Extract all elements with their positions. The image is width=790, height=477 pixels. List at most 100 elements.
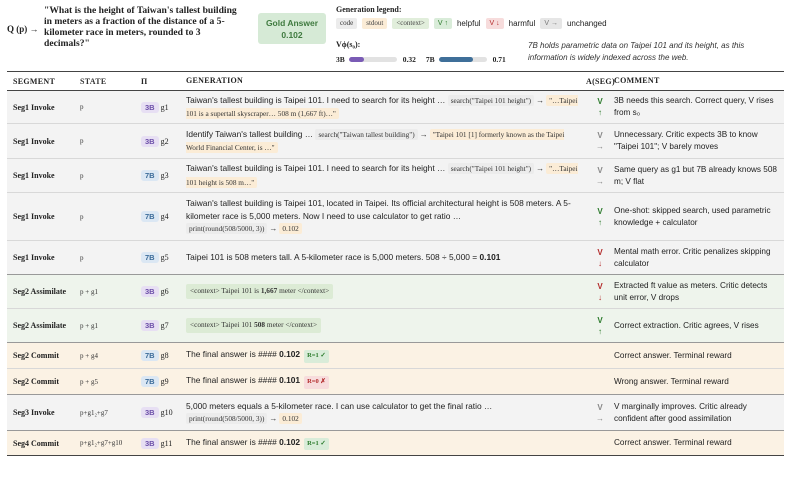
generation-cell: <context> Taipei 101 is 1,667 meter </co… bbox=[186, 284, 586, 299]
note-text: 7B holds parametric data on Taipei 101 a… bbox=[528, 41, 745, 62]
segment-cell: Seg2 Commit bbox=[13, 377, 59, 386]
down-arrow-icon: ↓ bbox=[598, 292, 602, 302]
down-arrow-icon: ↓ bbox=[598, 258, 602, 268]
advantage-cell: V ↑ bbox=[586, 96, 614, 118]
state-cell: p bbox=[80, 212, 84, 221]
advantage-cell: V ↑ bbox=[586, 315, 614, 337]
vbar-3b-value: 0.32 bbox=[402, 55, 416, 64]
gen-id: g3 bbox=[160, 171, 169, 180]
flat-arrow-icon: → bbox=[596, 413, 604, 423]
up-arrow-icon: ↑ bbox=[598, 326, 602, 336]
policy-cell: 7B g3 bbox=[141, 170, 186, 181]
table-row-g4: Seg1 Invoke p 7B g4 Taiwan's tallest buil… bbox=[7, 193, 784, 241]
comment-cell: Extracted ft value as meters. Critic det… bbox=[614, 280, 768, 302]
gen-id: g9 bbox=[160, 377, 169, 386]
state-cell: p+g1₂+g7 bbox=[80, 408, 108, 417]
advantage-cell: V → bbox=[586, 130, 614, 152]
comment-cell: Correct answer. Terminal reward bbox=[614, 350, 732, 360]
policy-badge: 7B bbox=[141, 211, 159, 222]
advantage-cell: V → bbox=[586, 165, 614, 187]
table-row-g10: Seg3 Invoke p+g1₂+g7 3B g10 5,000 meters … bbox=[7, 395, 784, 431]
comment-cell: Same query as g1 but 7B already knows 50… bbox=[614, 164, 777, 186]
col-advantage: A(SEG) bbox=[586, 76, 615, 86]
segment-cell: Seg1 Invoke bbox=[13, 102, 55, 112]
legend-code-chip: code bbox=[336, 18, 358, 29]
vbar-3b-name: 3B bbox=[336, 55, 345, 64]
comment-cell: 3B needs this search. Correct query, V r… bbox=[614, 96, 774, 117]
generation-cell: The final answer is #### 0.102 R=1 ✓ bbox=[186, 436, 586, 451]
state-cell: p + g1 bbox=[80, 321, 98, 330]
right-arrow-icon: → bbox=[269, 414, 278, 423]
reward-badge: R=1 ✓ bbox=[304, 350, 329, 363]
generation-text: Taiwan's tallest building is Taipei 101,… bbox=[186, 198, 571, 221]
table-row-g6: Seg2 Assimilate p + g1 3B g6 <context> Ta… bbox=[7, 275, 784, 309]
generation-text: Taipei 101 is 508 meters tall. A 5-kilom… bbox=[186, 252, 480, 263]
gen-id: g5 bbox=[160, 253, 169, 262]
policy-cell: 7B g5 bbox=[141, 252, 186, 263]
legend-harmful-chip: V ↓ bbox=[485, 18, 504, 29]
col-generation: GENERATION bbox=[186, 75, 244, 85]
state-cell: p bbox=[80, 171, 84, 180]
gen-id: g4 bbox=[160, 212, 169, 221]
policy-badge: 7B bbox=[141, 376, 159, 387]
generation-text: Identify Taiwan's tallest building … bbox=[186, 128, 314, 139]
context-text: <context> Taipei 101 is bbox=[190, 286, 261, 296]
gen-id: g2 bbox=[160, 136, 169, 146]
generation-text: Taiwan's tallest building is Taipei 101.… bbox=[186, 94, 446, 105]
question-label: Q (p) → bbox=[7, 24, 39, 34]
generation-text: The final answer is #### bbox=[186, 436, 280, 447]
state-cell: p bbox=[80, 253, 84, 262]
reward-badge: R=1 ✓ bbox=[304, 437, 329, 451]
policy-badge: 3B bbox=[141, 135, 159, 147]
table-row-g9: Seg2 Commit p + g5 7B g9 The final answer… bbox=[7, 369, 784, 395]
policy-cell: 3B g2 bbox=[141, 135, 186, 147]
state-cell: p + g5 bbox=[80, 377, 98, 386]
context-value: 508 bbox=[254, 320, 266, 330]
legend-harmful-label: harmful bbox=[508, 19, 536, 28]
segment-cell: Seg4 Commit bbox=[13, 438, 59, 448]
code-chip: search("Taiwan tallest building") bbox=[315, 128, 418, 140]
generation-cell: Taiwan's tallest building is Taipei 101.… bbox=[186, 94, 586, 121]
value-bars-title: Vϕ(s₀): bbox=[336, 40, 361, 49]
value-symbol: V bbox=[597, 315, 603, 325]
generation-cell: The final answer is #### 0.101 R=0 ✗ bbox=[186, 374, 586, 389]
legend-unchanged-label: unchanged bbox=[566, 19, 607, 28]
legend-context-chip: <context> bbox=[392, 18, 429, 29]
policy-cell: 7B g9 bbox=[141, 376, 186, 387]
right-arrow-icon: → bbox=[536, 164, 545, 173]
policy-cell: 3B g11 bbox=[141, 437, 186, 449]
gen-id: g8 bbox=[160, 351, 169, 360]
state-cell: p+g1₂+g7+g10 bbox=[80, 439, 123, 447]
vbar-7b-name: 7B bbox=[425, 55, 435, 64]
advantage-cell: V ↑ bbox=[586, 206, 614, 228]
vbar-7b-track bbox=[438, 57, 487, 62]
state-cell: p + g1 bbox=[80, 287, 98, 296]
segment-cell: Seg1 Invoke bbox=[13, 171, 55, 180]
generation-text: The final answer is #### bbox=[186, 349, 280, 360]
col-state: STATE bbox=[80, 76, 107, 86]
generation-text: 5,000 meters equals a 5-kilometer race. … bbox=[186, 400, 493, 411]
context-text: meter </context> bbox=[277, 286, 330, 296]
vbar-7b-fill bbox=[438, 57, 473, 62]
policy-badge: 3B bbox=[141, 437, 159, 449]
value-bars: 3B 0.32 7B 0.71 bbox=[336, 55, 516, 64]
generation-legend: Generation legend: code stdout <context>… bbox=[336, 5, 776, 29]
comment-cell: One-shot: skipped search, used parametri… bbox=[614, 205, 771, 227]
answer-value: 0.102 bbox=[279, 436, 301, 447]
gen-id: g11 bbox=[160, 438, 173, 448]
table-row-g1: Seg1 Invoke p 3B g1 Taiwan's tallest buil… bbox=[7, 91, 784, 124]
policy-cell: 7B g8 bbox=[141, 350, 186, 361]
policy-cell: 3B g1 bbox=[141, 101, 186, 113]
legend-row: code stdout <context> V ↑ helpful V ↓ ha… bbox=[336, 18, 776, 29]
col-policy: Π bbox=[141, 76, 148, 86]
right-arrow-icon: → bbox=[419, 129, 428, 139]
question-text: "What is the height of Taiwan's tallest … bbox=[44, 5, 237, 49]
answer-value: 0.101 bbox=[279, 375, 301, 386]
table-row-g7: Seg2 Assimilate p + g1 3B g7 <context> Ta… bbox=[7, 309, 784, 343]
context-text: <context> Taipei 101 bbox=[190, 320, 255, 330]
advantage-cell: V ↓ bbox=[586, 281, 614, 303]
value-symbol: V bbox=[597, 131, 603, 140]
policy-cell: 7B g4 bbox=[141, 211, 186, 222]
policy-badge: 7B bbox=[141, 170, 159, 181]
context-value: 1,667 bbox=[260, 286, 278, 296]
